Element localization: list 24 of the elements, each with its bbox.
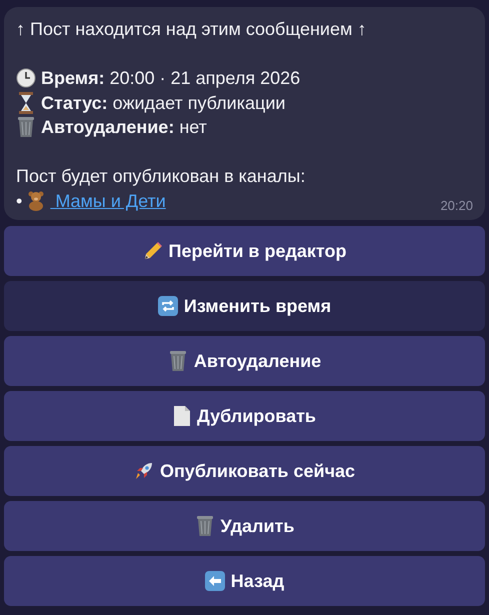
inline-button[interactable]: Изменить время [4,281,485,331]
inline-button[interactable]: Удалить [4,501,485,551]
channel-link[interactable]: Мамы и Дети [50,188,166,213]
trash-icon [194,515,215,537]
trash-icon [168,350,188,372]
inline-button[interactable]: Автоудаление [4,336,485,386]
bullet: • [16,190,22,212]
detail-line: Статус: ожидает публикации [41,92,286,115]
trash-icon [16,116,36,138]
detail-line: Время: 20:00 · 21 апреля 2026 [41,67,300,90]
inline-button[interactable]: Опубликовать сейчас [4,446,485,496]
rocket-icon [134,461,154,481]
inline-button[interactable]: Дублировать [4,391,485,441]
message-header: ↑ Пост находится над этим сообщением ↑ [16,18,368,41]
hourglass-icon [16,92,36,114]
pencil-icon [142,241,162,261]
document-icon [173,405,192,427]
message-time: 20:20 [440,198,473,214]
clock-icon [16,68,36,88]
channels-label: Пост будет опубликован в каналы: [16,165,306,188]
inline-button[interactable]: Перейти в редактор [4,226,485,276]
detail-line: Автоудаление: нет [41,116,207,139]
repeat-icon [158,296,178,316]
inline-button[interactable]: Назад [4,556,485,606]
